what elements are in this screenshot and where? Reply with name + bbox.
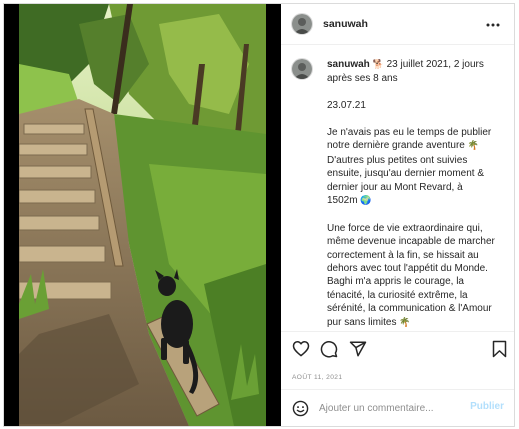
palm-emoji-2: 🌴 <box>399 317 411 328</box>
publish-button[interactable]: Publier <box>470 401 504 412</box>
caption-area: sanuwah 🐕 23 juillet 2021, 2 jours après… <box>281 45 514 331</box>
comment-icon[interactable] <box>320 340 338 363</box>
post-dialog: sanuwah sanuwah 🐕 23 juillet 2021, 2 jou… <box>3 3 515 427</box>
caption-author[interactable]: sanuwah <box>327 59 370 70</box>
dog-emoji: 🐕 <box>372 60 384 70</box>
caption-paragraph-1b: D'autres plus petites ont suivies ensuit… <box>327 154 484 207</box>
action-bar <box>281 331 514 368</box>
caption-date-line: 23.07.21 <box>327 100 366 112</box>
caption-avatar[interactable] <box>291 58 313 80</box>
post-media <box>4 4 281 426</box>
post-caption: sanuwah 🐕 23 juillet 2021, 2 jours après… <box>327 58 495 331</box>
globe-emoji: 🌍 <box>360 196 372 207</box>
comment-bar: Publier <box>281 389 514 427</box>
caption-paragraph-1: Je n'avais pas eu le temps de publier no… <box>327 127 492 152</box>
caption-paragraph-2: Une force de vie extraordinaire qui, mêm… <box>327 222 495 328</box>
post-date: AOÛT 11, 2021 <box>292 374 343 381</box>
post-header: sanuwah <box>281 4 514 45</box>
heart-icon[interactable] <box>292 340 310 362</box>
avatar[interactable] <box>291 13 313 35</box>
comment-input[interactable] <box>319 401 469 415</box>
post-photo[interactable] <box>19 4 266 426</box>
header-username[interactable]: sanuwah <box>323 18 368 30</box>
more-horizontal-icon[interactable] <box>486 14 500 30</box>
smiley-icon[interactable] <box>292 400 309 422</box>
post-details: sanuwah sanuwah 🐕 23 juillet 2021, 2 jou… <box>281 4 514 426</box>
bookmark-icon[interactable] <box>492 340 507 363</box>
share-icon[interactable] <box>349 340 367 363</box>
palm-emoji: 🌴 <box>467 141 479 152</box>
